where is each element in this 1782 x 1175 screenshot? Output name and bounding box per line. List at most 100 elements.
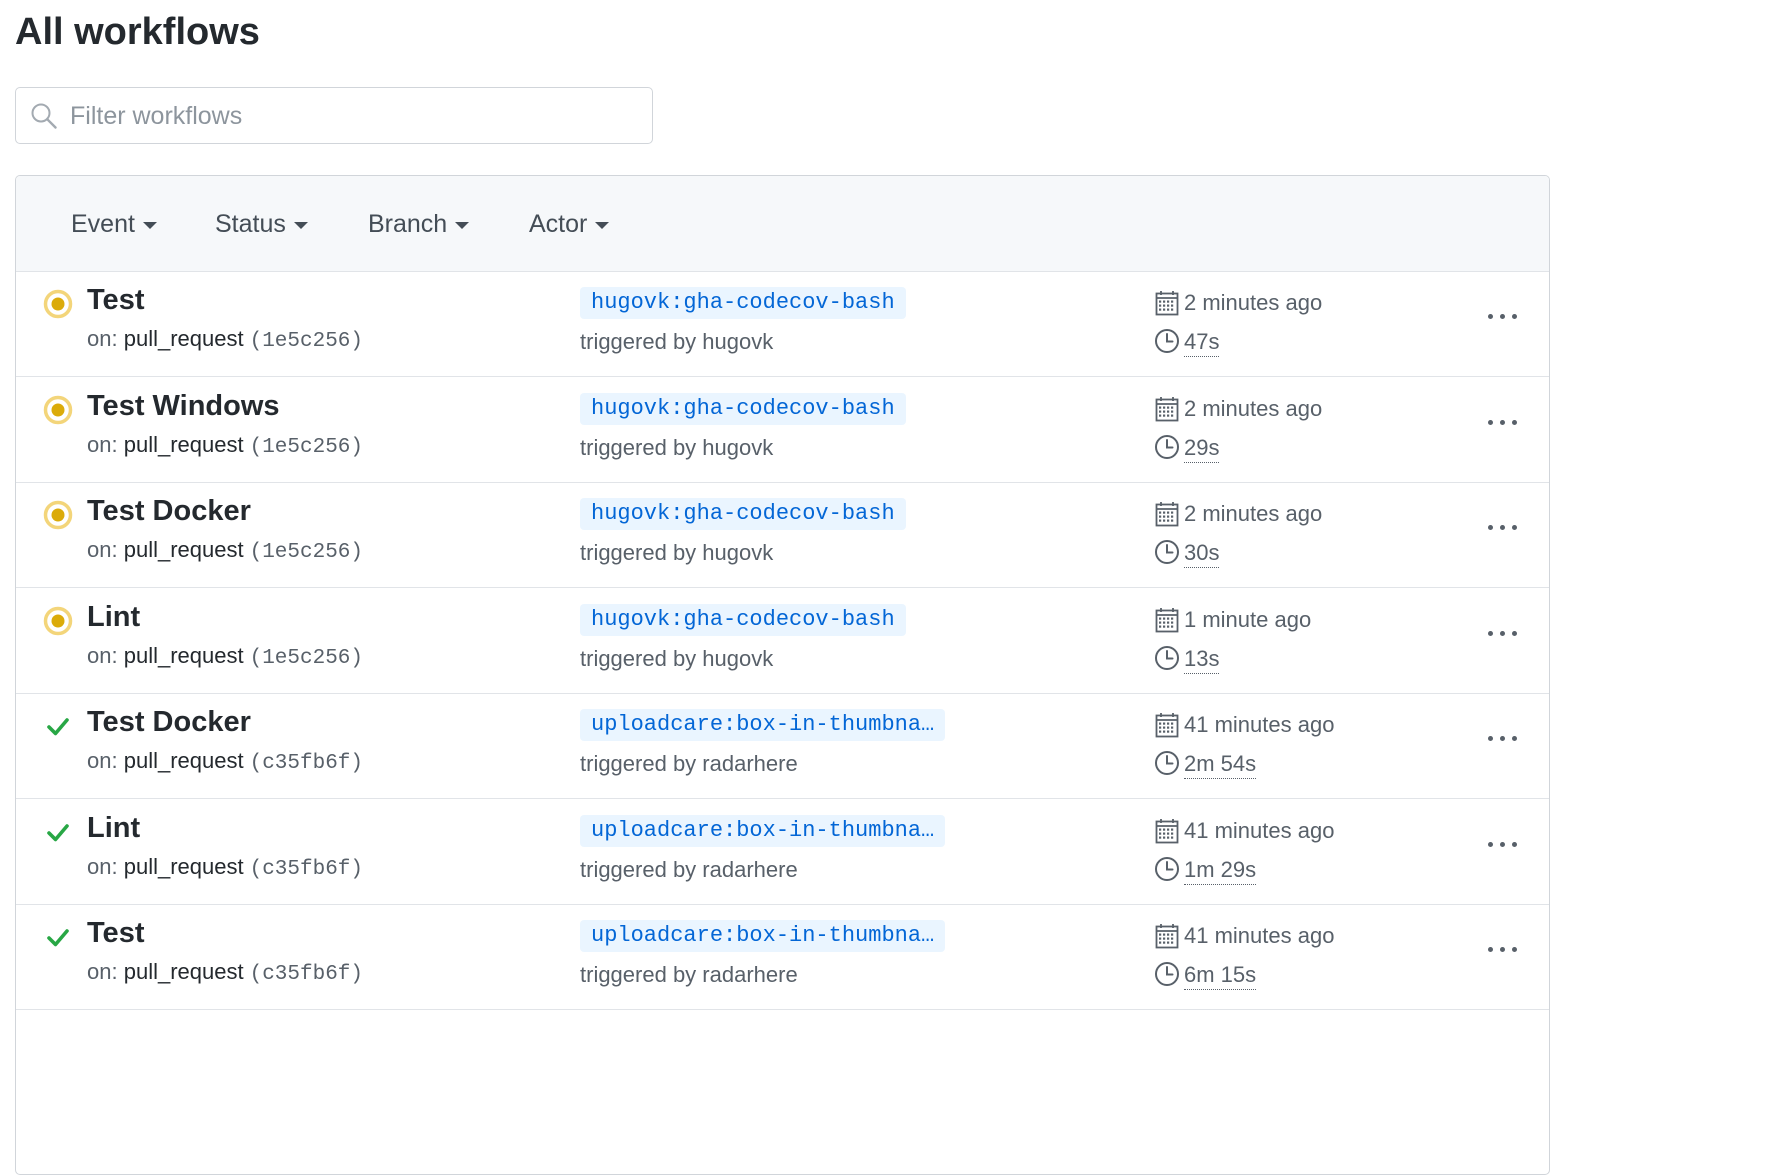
workflow-run-event: on: pull_request (c35fb6f) [87,958,363,989]
in-progress-dot-icon [43,289,73,319]
more-options-icon[interactable] [1486,936,1520,962]
search-icon [30,102,58,135]
workflow-run-event: on: pull_request (1e5c256) [87,642,363,673]
calendar-icon [1155,607,1179,638]
created-time: 41 minutes ago [1184,712,1335,737]
commit-sha: (c35fb6f) [249,752,364,775]
branch-filter-button[interactable]: Branch [368,206,470,242]
run-duration: 13s [1184,645,1220,674]
calendar-icon [1155,396,1179,427]
workflow-run-title-link[interactable]: Lint [87,599,140,635]
on-label: on: [87,959,118,984]
created-time: 2 minutes ago [1184,290,1323,315]
run-duration: 2m 54s [1184,750,1257,779]
event-name: pull_request [123,853,244,879]
event-name: pull_request [123,959,244,984]
commit-sha: (1e5c256) [249,330,364,353]
in-progress-dot-icon [43,500,73,530]
workflow-run-title-link[interactable]: Test [87,915,144,951]
more-options-icon[interactable] [1486,409,1520,435]
workflow-run-title-link[interactable]: Test Docker [87,704,251,740]
workflow-run-title-link[interactable]: Test Docker [87,493,251,529]
branch-label[interactable]: hugovk:gha-codecov-bash [580,287,906,319]
on-label: on: [87,748,118,773]
event-filter-button[interactable]: Event [71,206,157,242]
created-time: 2 minutes ago [1184,501,1323,526]
filter-workflows-field[interactable] [15,87,653,144]
run-duration: 6m 15s [1184,961,1257,990]
caret-down-icon [293,222,308,229]
clock-icon [1154,434,1180,465]
on-label: on: [87,537,118,562]
clock-icon [1154,750,1180,781]
caret-down-icon [595,222,610,229]
workflow-run-row[interactable]: Test Docker on: pull_request (c35fb6f) uplo… [16,693,1549,799]
triggered-by-text: triggered by radarhere [580,856,798,882]
in-progress-dot-icon [43,395,73,425]
workflow-run-row[interactable]: Test Docker on: pull_request (1e5c256) hugo… [16,482,1549,588]
commit-sha: (1e5c256) [249,435,364,459]
event-name: pull_request [123,537,244,562]
workflow-run-row[interactable]: Test on: pull_request (1e5c256) hugovk:gha-… [16,271,1549,377]
filter-workflows-input[interactable] [70,96,630,136]
created-time: 2 minutes ago [1184,395,1323,421]
calendar-icon [1155,818,1179,849]
workflow-runs-panel: Event Status Branch Actor Test on: pull_r… [15,175,1550,1175]
workflow-run-row[interactable]: Test Windows on: pull_request (1e5c256) hug… [16,377,1549,483]
commit-sha: (c35fb6f) [249,963,364,986]
caret-down-icon [142,222,157,229]
workflow-run-event: on: pull_request (c35fb6f) [87,853,363,884]
more-options-icon[interactable] [1486,725,1520,751]
calendar-icon [1155,923,1179,954]
clock-icon [1154,539,1180,570]
workflow-run-event: on: pull_request (1e5c256) [87,536,363,567]
status-filter-label: Status [215,209,286,238]
workflow-run-title-link[interactable]: Lint [87,810,140,846]
branch-filter-label: Branch [368,209,448,238]
branch-label[interactable]: hugovk:gha-codecov-bash [580,603,906,636]
check-icon [43,711,73,741]
run-duration: 47s [1184,328,1220,357]
on-label: on: [87,642,118,668]
more-options-icon[interactable] [1486,620,1520,646]
page-title: All workflows [15,11,260,53]
more-options-icon[interactable] [1486,303,1520,329]
workflow-run-title-link[interactable]: Test Windows [87,388,280,424]
branch-label[interactable]: uploadcare:box-in-thumbna… [580,920,946,952]
more-options-icon[interactable] [1486,514,1520,540]
status-filter-button[interactable]: Status [215,206,308,242]
branch-label[interactable]: uploadcare:box-in-thumbna… [580,709,946,741]
workflow-run-event: on: pull_request (1e5c256) [87,325,363,356]
triggered-by-text: triggered by hugovk [580,540,774,565]
workflow-run-row[interactable]: Lint on: pull_request (1e5c256) hugovk:gha-… [16,588,1549,694]
on-label: on: [87,326,118,351]
actor-filter-button[interactable]: Actor [529,206,610,242]
in-progress-dot-icon [43,606,73,636]
branch-label[interactable]: hugovk:gha-codecov-bash [580,392,906,425]
calendar-icon [1155,712,1179,743]
created-time: 41 minutes ago [1184,923,1335,948]
commit-sha: (1e5c256) [249,646,364,670]
event-name: pull_request [123,326,244,351]
calendar-icon [1155,501,1179,532]
clock-icon [1154,328,1180,359]
commit-sha: (1e5c256) [249,541,364,564]
clock-icon [1154,856,1180,887]
actor-filter-label: Actor [529,209,588,238]
workflow-run-event: on: pull_request (1e5c256) [87,431,363,462]
branch-label[interactable]: uploadcare:box-in-thumbna… [580,814,946,847]
run-duration: 30s [1184,539,1220,568]
check-icon [43,817,73,847]
event-filter-label: Event [71,209,135,238]
filter-bar: Event Status Branch Actor [16,176,1549,272]
workflow-run-row[interactable]: Test on: pull_request (c35fb6f) uploadcare:… [16,904,1549,1010]
more-options-icon[interactable] [1486,831,1520,857]
run-duration: 1m 29s [1184,856,1257,885]
run-duration: 29s [1184,434,1220,463]
workflow-run-title-link[interactable]: Test [87,282,144,318]
workflow-run-row[interactable]: Lint on: pull_request (c35fb6f) uploadcare:… [16,799,1549,905]
workflow-run-event: on: pull_request (c35fb6f) [87,747,363,778]
branch-label[interactable]: hugovk:gha-codecov-bash [580,498,906,530]
event-name: pull_request [123,431,244,457]
on-label: on: [87,431,118,457]
